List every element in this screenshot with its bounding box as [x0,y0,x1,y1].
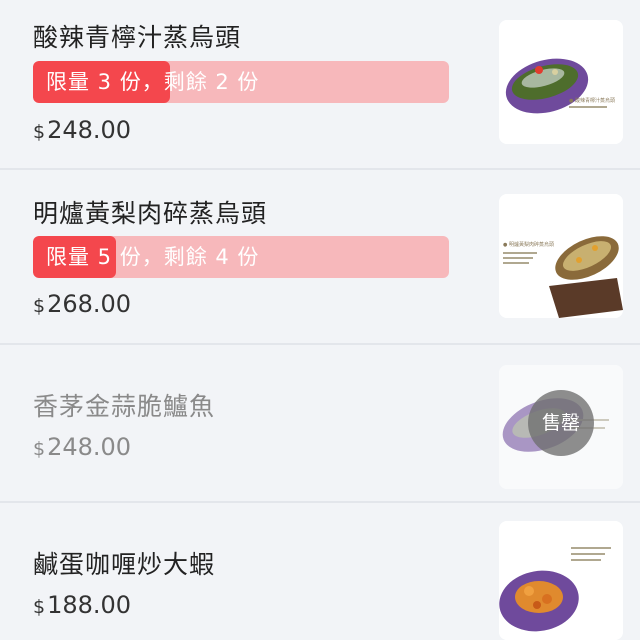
item-price: $248.00 [33,433,131,461]
soldout-badge: 售罄 [528,390,594,456]
item-name: 香茅金蒜脆鱸魚 [33,392,216,421]
item-name: 酸辣青檸汁蒸烏頭 [33,23,242,52]
item-name: 鹹蛋咖喱炒大蝦 [33,550,216,579]
prawn-dish-image[interactable] [499,521,623,640]
menu-item[interactable]: 鹹蛋咖喱炒大蝦 $188.00 [0,503,640,640]
price-amount: 188.00 [47,591,132,619]
currency-symbol: $ [33,121,46,143]
item-price: $188.00 [33,591,131,619]
svg-text:● 明爐黃梨肉碎蒸烏頭: ● 明爐黃梨肉碎蒸烏頭 [503,241,554,248]
item-name: 明爐黃梨肉碎蒸烏頭 [33,199,268,228]
limit-progress-bar: 限量 5 份，剩餘 4 份 [33,236,449,278]
currency-symbol: $ [33,596,46,618]
item-price: $248.00 [33,116,131,144]
svg-text:● 酸辣青檸汁蒸烏頭: ● 酸辣青檸汁蒸烏頭 [569,97,615,104]
price-amount: 268.00 [47,290,132,318]
currency-symbol: $ [33,438,46,460]
price-amount: 248.00 [47,116,132,144]
currency-symbol: $ [33,295,46,317]
menu-item-list: 酸辣青檸汁蒸烏頭 限量 3 份，剩餘 2 份 $248.00 ● 酸辣青檸汁蒸烏… [0,0,640,640]
menu-item[interactable]: 酸辣青檸汁蒸烏頭 限量 3 份，剩餘 2 份 $248.00 ● 酸辣青檸汁蒸烏… [0,0,640,168]
menu-item[interactable]: 香茅金蒜脆鱸魚 $248.00 售罄 [0,345,640,501]
fish-dish-image[interactable]: ● 酸辣青檸汁蒸烏頭 [499,20,623,144]
limit-text: 限量 3 份，剩餘 2 份 [46,70,260,94]
limit-progress-bar: 限量 3 份，剩餘 2 份 [33,61,449,103]
price-amount: 248.00 [47,433,132,461]
menu-item[interactable]: 明爐黃梨肉碎蒸烏頭 限量 5 份，剩餘 4 份 $268.00 ● 明爐黃梨肉碎… [0,170,640,343]
fish-dish-image[interactable]: ● 明爐黃梨肉碎蒸烏頭 [499,194,623,318]
item-price: $268.00 [33,290,131,318]
limit-text: 限量 5 份，剩餘 4 份 [46,245,260,269]
